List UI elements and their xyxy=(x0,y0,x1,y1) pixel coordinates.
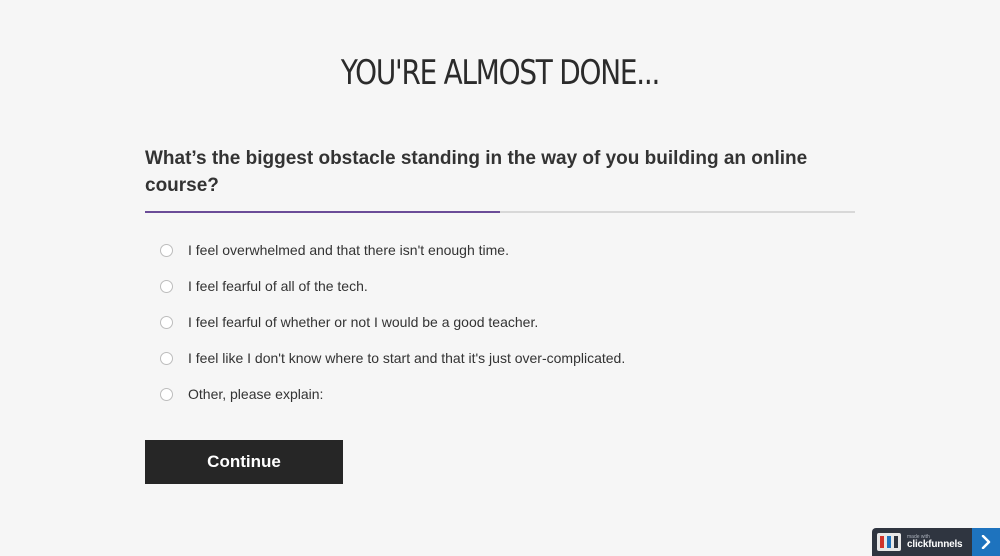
progress-bar xyxy=(145,211,855,213)
answer-option[interactable]: I feel fearful of whether or not I would… xyxy=(160,304,625,340)
funnel-page: YOU'RE ALMOST DONE... What’s the biggest… xyxy=(0,0,1000,556)
answer-option-label: Other, please explain: xyxy=(188,386,324,402)
badge-brand-text: clickfunnels xyxy=(907,538,963,550)
answer-option[interactable]: I feel overwhelmed and that there isn't … xyxy=(160,232,625,268)
answer-option[interactable]: Other, please explain: xyxy=(160,376,625,412)
radio-button[interactable] xyxy=(160,243,173,257)
continue-button[interactable]: Continue xyxy=(145,440,343,484)
clickfunnels-badge[interactable]: made with clickfunnels xyxy=(872,528,1000,556)
badge-arrow[interactable] xyxy=(972,528,1000,556)
answer-option-label: I feel fearful of all of the tech. xyxy=(188,278,368,294)
answer-option-label: I feel overwhelmed and that there isn't … xyxy=(188,242,509,258)
chevron-right-icon xyxy=(981,535,991,549)
radio-button[interactable] xyxy=(160,315,173,329)
radio-button[interactable] xyxy=(160,387,173,401)
answer-option[interactable]: I feel fearful of all of the tech. xyxy=(160,268,625,304)
answer-option-label: I feel fearful of whether or not I would… xyxy=(188,314,539,330)
badge-body[interactable]: made with clickfunnels xyxy=(872,528,972,556)
radio-button[interactable] xyxy=(160,279,173,293)
answer-option[interactable]: I feel like I don't know where to start … xyxy=(160,340,625,376)
answer-options: I feel overwhelmed and that there isn't … xyxy=(160,232,625,412)
clickfunnels-logo-icon xyxy=(877,533,901,551)
answer-option-label: I feel like I don't know where to start … xyxy=(188,350,626,366)
page-headline: YOU'RE ALMOST DONE... xyxy=(340,53,660,93)
radio-button[interactable] xyxy=(160,351,173,365)
progress-bar-fill xyxy=(145,211,500,213)
badge-text: made with clickfunnels xyxy=(907,534,963,550)
survey-question: What’s the biggest obstacle standing in … xyxy=(145,148,808,196)
